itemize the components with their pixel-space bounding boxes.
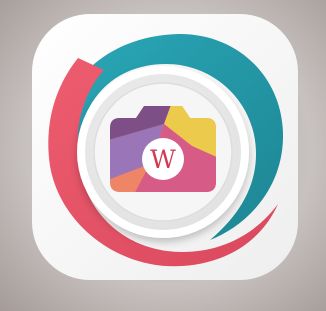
camera-app-icon[interactable]: W: [32, 14, 298, 280]
home-screen: W: [0, 0, 326, 311]
monogram-letter: W: [150, 145, 176, 174]
